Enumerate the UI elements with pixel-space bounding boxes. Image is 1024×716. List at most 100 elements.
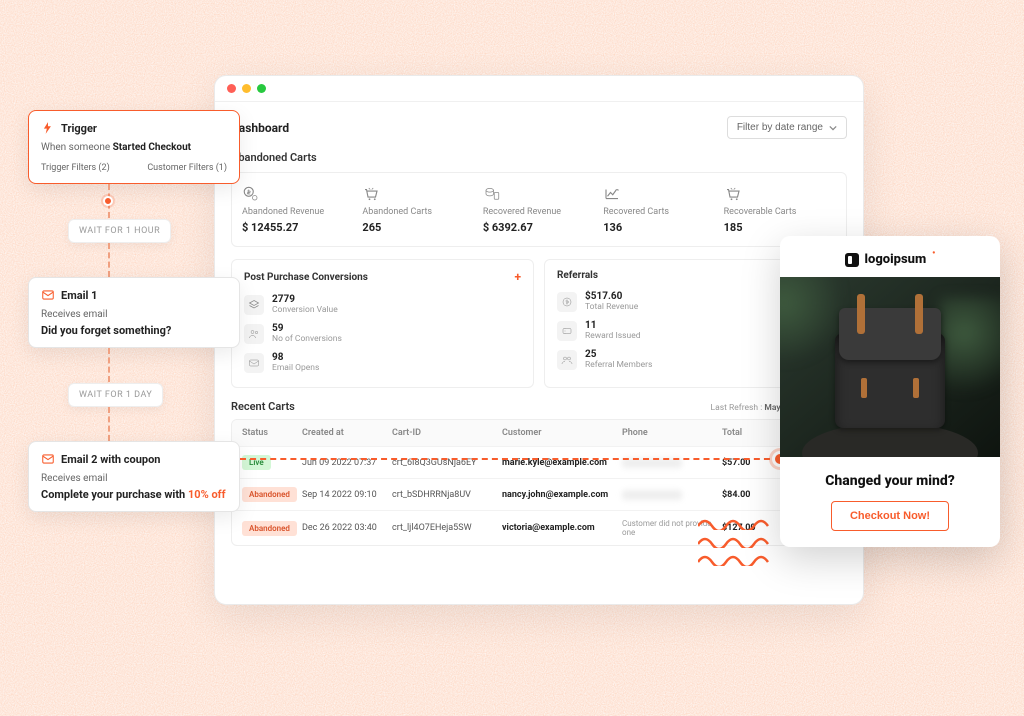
wait-1-day: WAIT FOR 1 DAY bbox=[68, 383, 163, 407]
wait-1-hour: WAIT FOR 1 HOUR bbox=[68, 219, 171, 243]
trigger-card[interactable]: Trigger When someone Started Checkout Tr… bbox=[28, 110, 240, 184]
metric-label: Referral Members bbox=[585, 360, 652, 370]
flow-connector bbox=[108, 184, 240, 218]
metric-label: Email Opens bbox=[272, 363, 319, 373]
preview-heading: Changed your mind? bbox=[780, 473, 1000, 489]
trigger-body: When someone Started Checkout bbox=[41, 141, 227, 155]
mail-icon bbox=[41, 452, 55, 466]
automation-flow: Trigger When someone Started Checkout Tr… bbox=[28, 110, 240, 512]
foliage-decor bbox=[940, 297, 1000, 417]
email1-title: Email 1 bbox=[61, 289, 97, 302]
coins-icon bbox=[483, 185, 501, 203]
metric-label: Reward Issued bbox=[585, 331, 641, 341]
metric-row: 98Email Opens bbox=[244, 348, 521, 377]
stat-label: Recovered Carts bbox=[603, 207, 669, 217]
preview-product-image bbox=[780, 277, 1000, 457]
stat-label: Abandoned Revenue bbox=[242, 207, 324, 217]
cell-cartid: crt_ljl4O7EHeja5SW bbox=[392, 523, 502, 533]
abandoned-carts-heading: Abandoned Carts bbox=[231, 151, 847, 164]
stat-value: 136 bbox=[603, 221, 622, 234]
metric-label: Total Revenue bbox=[585, 302, 638, 312]
squiggle-icon bbox=[698, 552, 774, 566]
col-cartid: Cart-ID bbox=[392, 428, 502, 438]
col-total: Total bbox=[722, 428, 772, 438]
col-phone: Phone bbox=[622, 428, 722, 438]
close-dot[interactable] bbox=[227, 84, 236, 93]
maximize-dot[interactable] bbox=[257, 84, 266, 93]
table-row[interactable]: Live Jun 09 2022 07:37 crt_6I8Q3GUsNja6E… bbox=[232, 446, 846, 478]
metric-value: 2779 bbox=[272, 294, 338, 305]
table-row[interactable]: Abandoned Sep 14 2022 09:10 crt_bSDHRRNj… bbox=[232, 478, 846, 510]
minimize-dot[interactable] bbox=[242, 84, 251, 93]
status-badge: Abandoned bbox=[242, 521, 297, 536]
email1-card[interactable]: Email 1 Receives email Did you forget so… bbox=[28, 277, 240, 348]
email2-card[interactable]: Email 2 with coupon Receives email Compl… bbox=[28, 441, 240, 512]
col-customer: Customer bbox=[502, 428, 622, 438]
trigger-title: Trigger bbox=[61, 122, 97, 135]
window-titlebar bbox=[215, 76, 863, 102]
stat-value: 265 bbox=[362, 221, 381, 234]
metric-value: $517.60 bbox=[585, 291, 638, 302]
col-status: Status bbox=[242, 428, 302, 438]
stat-recovered-revenue: Recovered Revenue $ 6392.67 bbox=[483, 185, 595, 234]
metric-row: 59No of Conversions bbox=[244, 319, 521, 348]
brand-dot: • bbox=[932, 249, 935, 259]
trigger-filters-a[interactable]: Trigger Filters (2) bbox=[41, 163, 110, 173]
status-badge: Abandoned bbox=[242, 487, 297, 502]
layers-icon bbox=[244, 295, 264, 315]
trigger-filters: Trigger Filters (2) Customer Filters (1) bbox=[41, 163, 227, 173]
metric-label: No of Conversions bbox=[272, 334, 342, 344]
stat-label: Abandoned Carts bbox=[362, 207, 432, 217]
chevron-down-icon bbox=[829, 124, 837, 132]
cart-icon bbox=[362, 185, 380, 203]
squiggle-icon bbox=[698, 534, 774, 548]
table-header: Status Created at Cart-ID Customer Phone… bbox=[232, 420, 846, 446]
refresh-prefix: Last Refresh : bbox=[711, 403, 765, 413]
recent-carts-heading: Recent Carts bbox=[231, 400, 295, 413]
stat-label: Recovered Revenue bbox=[483, 207, 561, 217]
trigger-filters-b[interactable]: Customer Filters (1) bbox=[147, 163, 227, 173]
connector-node bbox=[103, 196, 113, 206]
filter-label: Filter by date range bbox=[737, 122, 823, 133]
stat-recoverable-carts: Recoverable Carts 185 bbox=[724, 185, 836, 234]
email2-subject: Complete your purchase with 10% off bbox=[41, 488, 227, 501]
stat-abandoned-carts: Abandoned Carts 265 bbox=[362, 185, 474, 234]
email1-subject: Did you forget something? bbox=[41, 324, 227, 337]
trigger-body-prefix: When someone bbox=[41, 142, 113, 153]
checkout-now-button[interactable]: Checkout Now! bbox=[831, 501, 949, 531]
stat-value: $ 12455.27 bbox=[242, 221, 298, 234]
preview-brand: logoipsum• bbox=[780, 236, 1000, 277]
cart-icon bbox=[724, 185, 742, 203]
people-icon bbox=[244, 324, 264, 344]
stat-label: Recoverable Carts bbox=[724, 207, 797, 217]
post-purchase-panel: Post Purchase Conversions + 2779Conversi… bbox=[231, 259, 534, 388]
stats-row: Abandoned Revenue $ 12455.27 Abandoned C… bbox=[231, 172, 847, 247]
metric-row: 2779Conversion Value bbox=[244, 290, 521, 319]
stat-value: 185 bbox=[724, 221, 743, 234]
filter-date-range-button[interactable]: Filter by date range bbox=[727, 116, 847, 139]
email2-subject-a: Complete your purchase with bbox=[41, 488, 188, 501]
dollar-icon bbox=[242, 185, 260, 203]
foliage-decor bbox=[780, 277, 840, 387]
mail-icon bbox=[41, 288, 55, 302]
plus-icon[interactable]: + bbox=[514, 270, 521, 284]
metric-value: 25 bbox=[585, 349, 652, 360]
flow-connector bbox=[108, 407, 240, 441]
metric-value: 98 bbox=[272, 352, 319, 363]
stat-abandoned-revenue: Abandoned Revenue $ 12455.27 bbox=[242, 185, 354, 234]
email1-body: Receives email bbox=[41, 308, 227, 322]
dollar-icon bbox=[557, 292, 577, 312]
connection-line bbox=[240, 458, 780, 460]
cell-created: Sep 14 2022 09:10 bbox=[302, 490, 392, 500]
col-created: Created at bbox=[302, 428, 392, 438]
email2-subject-b: 10% off bbox=[188, 488, 226, 501]
cell-created: Dec 26 2022 03:40 bbox=[302, 523, 392, 533]
flow-connector bbox=[108, 348, 240, 382]
email2-body: Receives email bbox=[41, 472, 227, 486]
redacted-phone bbox=[622, 490, 682, 500]
squiggle-icon bbox=[698, 516, 774, 530]
cell-customer: nancy.john@example.com bbox=[502, 490, 622, 500]
flow-connector bbox=[108, 243, 240, 277]
cell-total: $84.00 bbox=[722, 490, 772, 500]
panel-title: Post Purchase Conversions bbox=[244, 272, 368, 283]
